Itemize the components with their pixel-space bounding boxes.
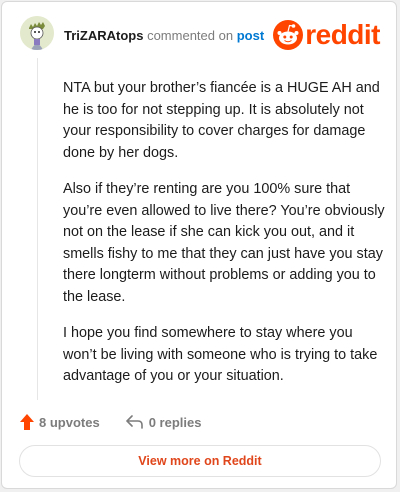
comment-body: NTA but your brother’s fiancée is a HUGE… [63, 78, 385, 403]
comment-paragraph: Also if they’re renting are you 100% sur… [63, 181, 385, 305]
reddit-snoo-icon [273, 20, 304, 50]
upvote-arrow-icon [20, 414, 34, 430]
comment-header: TriZARAtops commented on post reddit [2, 2, 396, 62]
thread-line [37, 58, 38, 400]
action-text: commented on [147, 28, 234, 43]
username-link[interactable]: TriZARAtops [64, 28, 143, 43]
comment-actions: 8 upvotes 0 replies [20, 412, 227, 432]
reddit-logo[interactable]: reddit [273, 20, 380, 50]
byline: TriZARAtops commented on post [64, 28, 264, 44]
reply-button[interactable]: 0 replies [125, 414, 202, 430]
reply-arrow-icon [125, 415, 143, 429]
replies-count: 0 replies [148, 414, 202, 430]
view-more-button[interactable]: View more on Reddit [19, 445, 381, 477]
comment-embed-card: TriZARAtops commented on post reddit NTA… [1, 1, 397, 489]
upvote-button[interactable]: 8 upvotes [20, 414, 100, 430]
avatar-icon [20, 16, 54, 50]
avatar[interactable] [20, 16, 54, 50]
upvotes-count: 8 upvotes [39, 414, 100, 430]
post-link[interactable]: post [237, 28, 264, 43]
comment-paragraph: NTA but your brother’s fiancée is a HUGE… [63, 80, 380, 161]
reddit-wordmark: reddit [305, 19, 380, 50]
comment-paragraph: I hope you find somewhere to stay where … [63, 325, 378, 384]
